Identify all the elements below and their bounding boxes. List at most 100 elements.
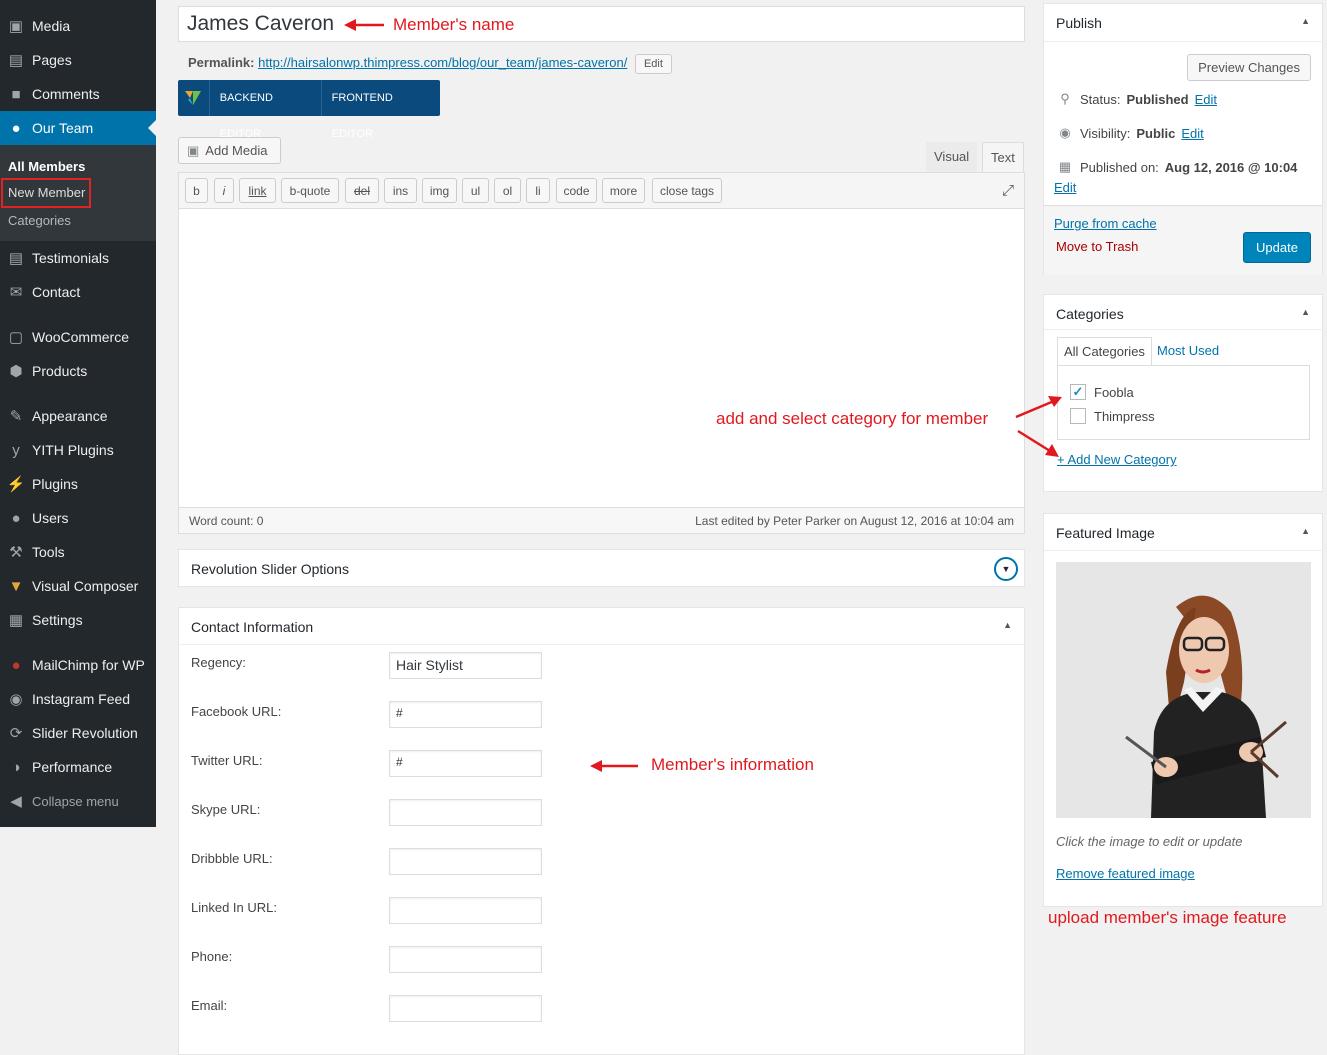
- menu-instagram-feed[interactable]: ◉ Instagram Feed: [0, 682, 156, 716]
- menu-performance[interactable]: ◑ Performance: [0, 750, 156, 784]
- tab-text[interactable]: Text: [982, 142, 1024, 172]
- collapse-triangle-icon[interactable]: ▲: [1003, 620, 1012, 630]
- menu-woocommerce[interactable]: ▢ WooCommerce: [0, 320, 156, 354]
- qt-bquote-button[interactable]: b-quote: [281, 178, 339, 203]
- category-thimpress[interactable]: Thimpress: [1070, 408, 1155, 424]
- menu-media[interactable]: ▣ Media: [0, 9, 156, 43]
- menu-visual-composer[interactable]: ▼ Visual Composer: [0, 569, 156, 603]
- backend-editor-button[interactable]: BACKEND EDITOR: [210, 80, 322, 140]
- add-media-icon: ▣: [187, 142, 200, 158]
- facebook-url-input[interactable]: #: [389, 701, 542, 728]
- menu-users[interactable]: ● Users: [0, 501, 156, 535]
- revolution-slider-title[interactable]: Revolution Slider Options: [191, 561, 349, 577]
- editor-textarea[interactable]: [179, 209, 1024, 507]
- menu-slider-revolution[interactable]: ⟳ Slider Revolution: [0, 716, 156, 750]
- collapse-triangle-icon[interactable]: ▲: [1301, 526, 1310, 536]
- status-row: ⚲ Status: Published Edit: [1056, 91, 1217, 107]
- tools-icon: ⚒: [9, 544, 23, 561]
- field-label-phone: Phone:: [191, 949, 233, 964]
- qt-bold-button[interactable]: b: [185, 178, 208, 203]
- qt-close-tags-button[interactable]: close tags: [652, 178, 722, 203]
- permalink-label: Permalink:: [188, 55, 255, 70]
- revolution-slider-box: Revolution Slider Options ▼: [178, 549, 1025, 587]
- add-new-category-link[interactable]: + Add New Category: [1057, 452, 1177, 467]
- admin-sidebar: ▣ Media ▤ Pages ■ Comments ● Our Team All Me…: [0, 0, 156, 827]
- dribbble-url-input[interactable]: [389, 848, 542, 875]
- regency-input[interactable]: Hair Stylist: [389, 652, 542, 679]
- qt-li-button[interactable]: li: [526, 178, 550, 203]
- annotation-image: upload member's image feature: [1048, 908, 1287, 927]
- permalink-url[interactable]: http://hairsalonwp.thimpress.com/blog/ou…: [258, 55, 627, 70]
- update-button[interactable]: Update: [1243, 232, 1311, 263]
- purge-cache-link[interactable]: Purge from cache: [1054, 216, 1157, 231]
- submenu-categories[interactable]: Categories: [8, 213, 71, 228]
- menu-comments[interactable]: ■ Comments: [0, 77, 156, 111]
- featured-image-hint: Click the image to edit or update: [1056, 834, 1243, 849]
- preview-changes-button[interactable]: Preview Changes: [1187, 54, 1311, 81]
- menu-products[interactable]: ⬢ Products: [0, 354, 156, 388]
- remove-featured-image-link[interactable]: Remove featured image: [1056, 866, 1195, 881]
- permalink-edit-button[interactable]: Edit: [634, 54, 672, 74]
- menu-plugins[interactable]: ⚡ Plugins: [0, 467, 156, 501]
- tab-visual[interactable]: Visual: [926, 142, 978, 172]
- menu-appearance[interactable]: ✎ Appearance: [0, 399, 156, 433]
- pin-icon: ⚲: [1060, 91, 1070, 106]
- qt-italic-button[interactable]: i: [214, 178, 234, 203]
- email-input[interactable]: [389, 995, 542, 1022]
- plugins-icon: ⚡: [6, 476, 26, 493]
- annotation-member-info: Member's information: [651, 755, 814, 774]
- move-to-trash-link[interactable]: Move to Trash: [1056, 239, 1138, 254]
- permalink-row: Permalink: http://hairsalonwp.thimpress.…: [188, 54, 672, 74]
- submenu-new-member[interactable]: New Member: [0, 178, 92, 208]
- qt-del-button[interactable]: del: [345, 178, 379, 203]
- menu-pages[interactable]: ▤ Pages: [0, 43, 156, 77]
- skype-url-input[interactable]: [389, 799, 542, 826]
- collapse-triangle-icon[interactable]: ▲: [1301, 307, 1310, 317]
- status-edit-link[interactable]: Edit: [1195, 92, 1217, 107]
- phone-input[interactable]: [389, 946, 542, 973]
- menu-settings[interactable]: ▦ Settings: [0, 603, 156, 637]
- contact-information-header[interactable]: Contact Information ▲: [179, 608, 1024, 645]
- calendar-icon: ▦: [1058, 159, 1072, 174]
- annotation-member-name: Member's name: [393, 15, 515, 34]
- menu-yith-plugins[interactable]: y YITH Plugins: [0, 433, 156, 467]
- qt-code-button[interactable]: code: [556, 178, 597, 203]
- fullscreen-icon[interactable]: ⤢: [1002, 182, 1014, 199]
- category-foobla[interactable]: ✓ Foobla: [1070, 384, 1134, 400]
- qt-ins-button[interactable]: ins: [384, 178, 417, 203]
- field-label-facebook: Facebook URL:: [191, 704, 282, 719]
- menu-mailchimp[interactable]: ● MailChimp for WP: [0, 648, 156, 682]
- visibility-row: ◉ Visibility: Public Edit: [1056, 125, 1203, 141]
- menu-testimonials[interactable]: ▤ Testimonials: [0, 241, 156, 275]
- text-editor: b i link b-quote del ins img ul ol li co…: [178, 172, 1025, 534]
- visual-composer-icon: ▼: [8, 577, 24, 595]
- qt-more-button[interactable]: more: [602, 178, 645, 203]
- frontend-editor-button[interactable]: FRONTEND EDITOR: [322, 80, 440, 140]
- tab-most-used[interactable]: Most Used: [1151, 337, 1225, 364]
- featured-image-photo[interactable]: [1056, 562, 1311, 818]
- annotation-arrow-name: [344, 19, 384, 31]
- tab-all-categories[interactable]: All Categories: [1057, 337, 1152, 365]
- menu-our-team[interactable]: ● Our Team: [0, 111, 156, 145]
- collapse-triangle-icon[interactable]: ▲: [1301, 16, 1310, 26]
- visibility-edit-link[interactable]: Edit: [1181, 126, 1203, 141]
- submenu-all-members[interactable]: All Members: [8, 159, 85, 174]
- linkedin-url-input[interactable]: [389, 897, 542, 924]
- add-media-button[interactable]: ▣ Add Media: [178, 137, 281, 164]
- qt-img-button[interactable]: img: [422, 178, 457, 203]
- post-title-field[interactable]: James Caveron: [178, 6, 1025, 42]
- checkbox-checked-icon[interactable]: ✓: [1070, 384, 1086, 400]
- collapse-menu-button[interactable]: ◀ Collapse menu: [0, 784, 156, 818]
- expand-chevron-icon[interactable]: ▼: [994, 557, 1018, 581]
- menu-tools[interactable]: ⚒ Tools: [0, 535, 156, 569]
- field-label-skype: Skype URL:: [191, 802, 261, 817]
- published-on-edit-link[interactable]: Edit: [1054, 180, 1076, 195]
- qt-link-button[interactable]: link: [239, 178, 276, 203]
- users-icon: ●: [11, 509, 21, 527]
- twitter-url-input[interactable]: #: [389, 750, 542, 777]
- visual-composer-bar: BACKEND EDITOR FRONTEND EDITOR: [178, 80, 440, 140]
- menu-contact[interactable]: ✉ Contact: [0, 275, 156, 309]
- qt-ol-button[interactable]: ol: [494, 178, 521, 203]
- qt-ul-button[interactable]: ul: [462, 178, 489, 203]
- checkbox-empty-icon[interactable]: [1070, 408, 1086, 424]
